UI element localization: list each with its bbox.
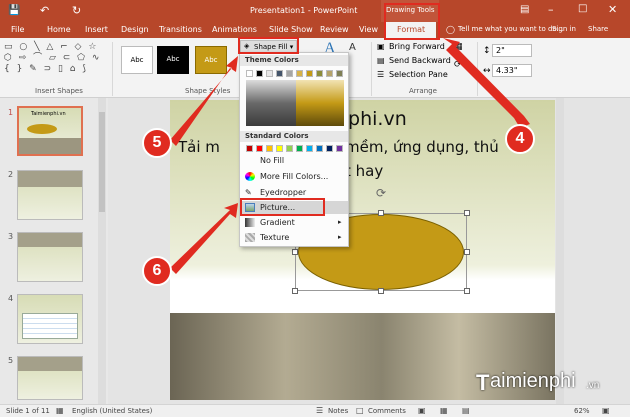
watermark-suffix: .vn	[586, 380, 600, 391]
fit-slide-icon[interactable]: ▣	[602, 406, 610, 415]
normal-view-icon[interactable]: ▣	[418, 406, 426, 415]
reading-view-icon[interactable]: ▤	[462, 406, 470, 415]
step-badge-6: 6	[142, 256, 172, 286]
status-bar: Slide 1 of 11 ▦ English (United States) …	[0, 404, 630, 417]
watermark-brand: aimienphi	[490, 370, 576, 392]
arrow-to-shape-fill	[170, 56, 238, 146]
arrow-to-picture	[170, 203, 238, 274]
notes-button[interactable]: Notes	[328, 407, 348, 415]
step-badge-5: 5	[142, 128, 172, 158]
slide-sorter-icon[interactable]: ▦	[440, 406, 448, 415]
comments-button[interactable]: Comments	[368, 407, 406, 415]
slide-counter: Slide 1 of 11	[6, 407, 50, 415]
notes-icon[interactable]: ☰	[316, 406, 323, 415]
zoom-level[interactable]: 62%	[574, 407, 590, 415]
watermark-logo-t: T	[476, 370, 490, 395]
spelling-icon[interactable]: ▦	[56, 406, 64, 415]
annotation-arrows	[170, 38, 530, 274]
language-indicator[interactable]: English (United States)	[72, 407, 152, 415]
arrow-to-format	[443, 38, 530, 128]
step-badge-4: 4	[505, 124, 535, 154]
comments-icon[interactable]: □	[356, 406, 364, 415]
